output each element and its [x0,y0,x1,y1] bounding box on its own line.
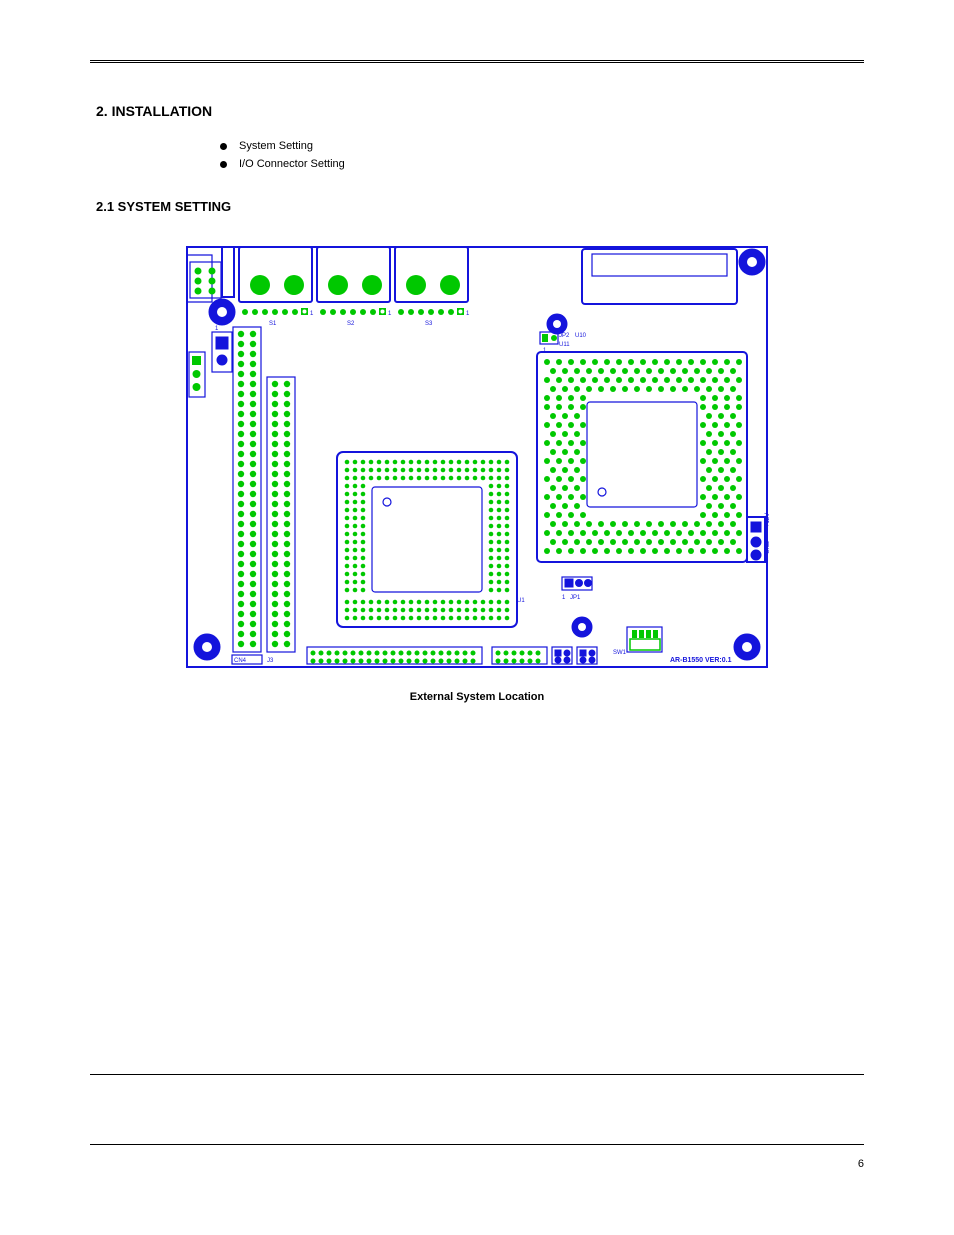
svg-text:CN4: CN4 [234,658,247,664]
bullet-text: I/O Connector Setting [239,155,345,173]
svg-text:S1: S1 [269,321,277,327]
svg-text:JP2: JP2 [559,333,570,339]
svg-text:SW1: SW1 [613,650,627,656]
svg-text:1: 1 [388,311,392,317]
pcb-figure: 1 1 1 S1 S2 S3 1 [177,232,777,703]
list-item: I/O Connector Setting [220,155,864,173]
bullet-icon [220,143,227,150]
bullet-icon [220,161,227,168]
svg-text:AR-B1550 VER:0.1: AR-B1550 VER:0.1 [670,657,732,664]
svg-text:U1: U1 [517,598,525,604]
svg-text:1: 1 [215,326,219,332]
subsection-heading: 2.1 SYSTEM SETTING [96,199,864,214]
svg-text:GND: GND [765,540,771,554]
svg-text:S3: S3 [425,321,433,327]
svg-text:1: 1 [466,311,470,317]
svg-text:J3: J3 [267,658,274,664]
bullet-text: System Setting [239,137,313,155]
bullet-list: System Setting I/O Connector Setting [220,137,864,173]
figure-caption: External System Location [177,691,777,703]
page-number: 6 [858,1158,864,1170]
svg-text:U11: U11 [559,342,570,348]
svg-text:U10: U10 [575,333,587,339]
svg-text:+12V: +12V [765,513,771,527]
pcb-diagram: 1 1 1 S1 S2 S3 1 [177,232,777,677]
section-heading: 2. INSTALLATION [96,103,864,119]
svg-text:S2: S2 [347,321,355,327]
svg-text:JP1: JP1 [570,595,581,601]
svg-text:1: 1 [562,595,566,601]
list-item: System Setting [220,137,864,155]
svg-text:1: 1 [310,311,314,317]
